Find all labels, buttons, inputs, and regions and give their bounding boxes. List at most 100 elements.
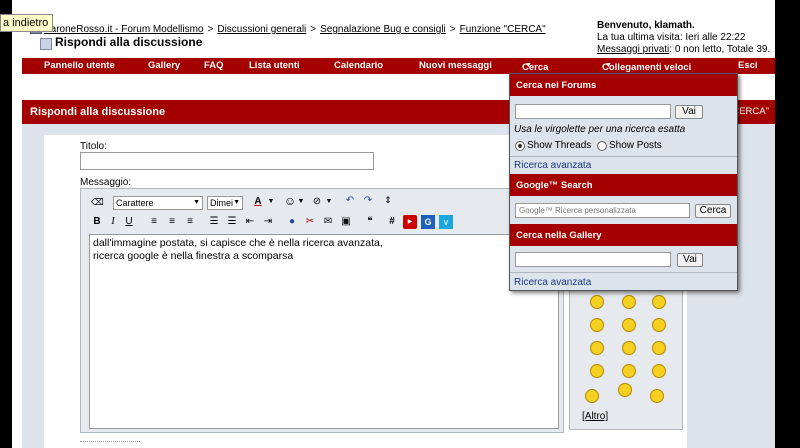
smiley-shock-icon[interactable] xyxy=(652,295,666,309)
italic-icon[interactable]: I xyxy=(107,215,119,229)
forum-search-input[interactable] xyxy=(515,104,671,119)
gallery-advanced-search-link[interactable]: Ricerca avanzata xyxy=(514,277,591,288)
code-icon[interactable]: # xyxy=(387,215,397,229)
font-color-icon[interactable]: A xyxy=(251,195,265,209)
nav-gallery[interactable]: Gallery xyxy=(148,60,180,71)
page-header: BaroneRosso.it - Forum Modellismo > Discus… xyxy=(22,18,775,58)
smiley-rolleyes-icon[interactable] xyxy=(622,341,636,355)
divider xyxy=(510,156,737,157)
unlink-icon[interactable]: ✂ xyxy=(303,215,317,229)
google-search-header: Google™ Search xyxy=(510,174,737,196)
show-threads-label[interactable]: Show Threads xyxy=(527,140,591,151)
google-search-button[interactable]: Cerca xyxy=(695,204,731,218)
smiley-icon[interactable]: ☺ xyxy=(283,194,297,208)
email-icon[interactable]: ✉ xyxy=(321,215,335,229)
divider xyxy=(510,272,737,273)
breadcrumb: BaroneRosso.it - Forum Modellismo > Discus… xyxy=(44,24,546,35)
chevron-down-icon[interactable]: ▼ xyxy=(325,195,333,209)
smiley-in-love-icon[interactable] xyxy=(585,389,599,403)
smiley-smile-icon[interactable] xyxy=(622,318,636,332)
message-line: ricerca google è nella finestra a scompa… xyxy=(93,250,294,262)
youtube-icon[interactable]: ▶ xyxy=(403,215,417,229)
size-select-value: Dimei xyxy=(210,198,234,208)
gallery-search-input[interactable] xyxy=(515,252,671,267)
attachment-icon[interactable]: ⊘ xyxy=(311,195,323,209)
breadcrumb-separator: > xyxy=(310,24,317,35)
nav-new-posts[interactable]: Nuovi messaggi xyxy=(419,60,492,71)
nav-user-list[interactable]: Lista utenti xyxy=(249,60,300,71)
nav-user-panel[interactable]: Pannello utente xyxy=(44,60,115,71)
main-navbar: Pannello utente Gallery FAQ Lista utenti… xyxy=(22,58,775,74)
align-center-icon[interactable]: ≡ xyxy=(165,215,179,229)
show-threads-radio[interactable] xyxy=(515,141,525,151)
breadcrumb-separator: > xyxy=(449,24,456,35)
chevron-down-icon[interactable]: ▼ xyxy=(297,195,305,209)
breadcrumb-thread[interactable]: Funzione "CERCA" xyxy=(460,24,546,35)
message-line: dall'immagine postata, si capisce che è … xyxy=(93,237,383,249)
smilies-box: [Altro] xyxy=(569,280,683,430)
message-label: Messaggio: xyxy=(80,177,132,188)
underline-icon[interactable]: U xyxy=(123,215,135,229)
message-editor: ⌫ Carattere ▼ Dimei ▼ A ▼ ☺ ▼ ⊘ ▼ ↶ ↷ ⇕ B … xyxy=(80,188,564,433)
breadcrumb-forum[interactable]: BaroneRosso.it - Forum Modellismo xyxy=(44,24,204,35)
chevron-down-icon[interactable]: ▼ xyxy=(267,195,275,209)
breadcrumb-separator: > xyxy=(207,24,214,35)
private-messages-status: : 0 non letto, Totale 39. xyxy=(669,44,771,55)
bold-icon[interactable]: B xyxy=(91,215,103,229)
breadcrumb-subsection[interactable]: Segnalazione Bug e consigli xyxy=(320,24,446,35)
ordered-list-icon[interactable]: ☰ xyxy=(207,215,221,229)
font-select-value: Carattere xyxy=(116,198,154,208)
last-visit-text: La tua ultima visita: Ieri alle 22:22 xyxy=(597,32,746,43)
smiley-laugh-icon[interactable] xyxy=(618,383,632,397)
vimeo-icon[interactable]: v xyxy=(439,215,453,229)
editor-toolbar-bottom: B I U ≡ ≡ ≡ ☰ ☰ ⇤ ⇥ ● ✂ ✉ ▣ ❝ # ▶ G v xyxy=(81,213,563,233)
quote-icon[interactable]: ❝ xyxy=(363,215,377,229)
reply-page-icon xyxy=(40,38,52,50)
smiley-grin-icon[interactable] xyxy=(590,295,604,309)
forum-search-go-button[interactable]: Vai xyxy=(675,105,703,119)
image-icon[interactable]: ▣ xyxy=(339,215,353,229)
breadcrumb-section[interactable]: Discussioni generali xyxy=(217,24,306,35)
google-icon[interactable]: G xyxy=(421,215,435,229)
smiley-mad-icon[interactable] xyxy=(652,318,666,332)
more-smilies-link[interactable]: [Altro] xyxy=(582,411,608,422)
nav-calendar[interactable]: Calendario xyxy=(334,60,383,71)
smiley-cool-icon[interactable] xyxy=(622,295,636,309)
unordered-list-icon[interactable]: ☰ xyxy=(225,215,239,229)
nav-faq[interactable]: FAQ xyxy=(204,60,224,71)
google-search-input[interactable] xyxy=(515,203,690,218)
smiley-frown-icon[interactable] xyxy=(590,364,604,378)
gallery-search-go-button[interactable]: Vai xyxy=(677,253,703,267)
search-forums-header: Cerca nei Forums xyxy=(510,74,737,96)
undo-icon[interactable]: ↶ xyxy=(343,194,357,208)
chevron-down-icon: ▼ xyxy=(605,62,612,69)
smiley-tongue-icon[interactable] xyxy=(590,341,604,355)
resize-handle-icon[interactable]: ⇕ xyxy=(383,193,393,207)
back-tooltip: a indietro xyxy=(0,14,54,32)
title-input[interactable] xyxy=(80,152,374,170)
indent-icon[interactable]: ⇥ xyxy=(261,215,275,229)
search-tip-text: Usa le virgolette per una ricerca esatta xyxy=(514,124,686,135)
private-messages-link[interactable]: Messaggi privati xyxy=(597,44,669,55)
show-posts-label[interactable]: Show Posts xyxy=(609,140,662,151)
chevron-down-icon: ▼ xyxy=(525,62,532,69)
align-left-icon[interactable]: ≡ xyxy=(147,215,161,229)
smiley-eek-icon[interactable] xyxy=(652,364,666,378)
nav-quick-links-label: Collegamenti veloci xyxy=(602,62,692,73)
smiley-dizzy-icon[interactable] xyxy=(650,389,664,403)
smiley-wink-icon[interactable] xyxy=(590,318,604,332)
smiley-redface-icon[interactable] xyxy=(622,364,636,378)
link-icon[interactable]: ● xyxy=(285,215,299,229)
editor-footer-fragment xyxy=(80,441,140,448)
smiley-confused-icon[interactable] xyxy=(652,341,666,355)
redo-icon[interactable]: ↷ xyxy=(361,194,375,208)
remove-format-icon[interactable]: ⌫ xyxy=(91,195,104,209)
message-textarea[interactable]: dall'immagine postata, si capisce che è … xyxy=(89,234,559,429)
forum-advanced-search-link[interactable]: Ricerca avanzata xyxy=(514,160,591,171)
size-select[interactable]: Dimei ▼ xyxy=(207,196,243,210)
show-posts-radio[interactable] xyxy=(597,141,607,151)
align-right-icon[interactable]: ≡ xyxy=(183,215,197,229)
outdent-icon[interactable]: ⇤ xyxy=(243,215,257,229)
font-select[interactable]: Carattere ▼ xyxy=(113,196,203,210)
nav-logout[interactable]: Esci xyxy=(738,60,758,71)
